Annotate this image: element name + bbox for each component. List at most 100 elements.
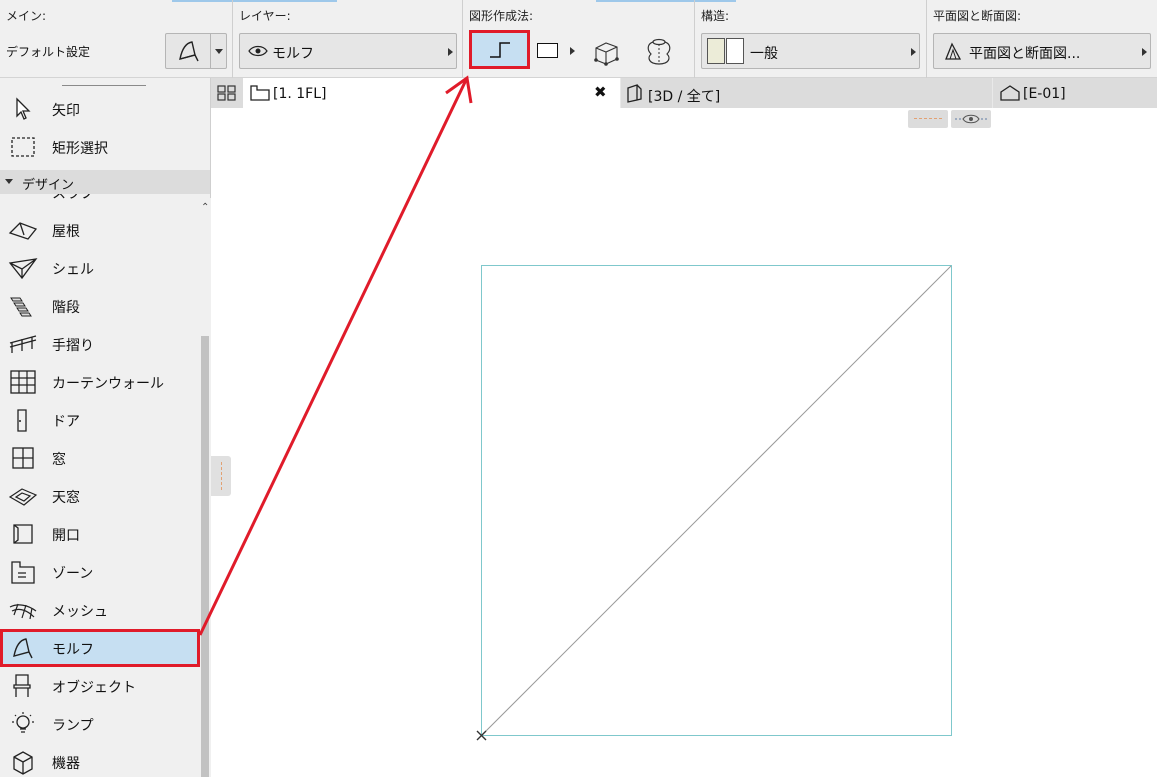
polyline-icon (490, 42, 510, 58)
tool-door[interactable]: ドア (0, 401, 200, 439)
eye-icon (248, 45, 268, 57)
tool-mesh[interactable]: メッシュ (0, 591, 200, 629)
tool-arrow[interactable]: 矢印 (0, 90, 200, 128)
info-box-toolbar: メイン: デフォルト設定 レイヤー: モルフ 図形作成法: 構造: 一般 平面図… (0, 0, 1157, 78)
tool-label: オブジェクト (52, 680, 136, 696)
fill-swatch-icon (707, 38, 725, 64)
morph-drawing (476, 265, 952, 741)
close-icon[interactable]: ✖ (594, 83, 607, 101)
plan-section-button[interactable]: 平面図と断面図... (933, 33, 1151, 69)
tool-equipment[interactable]: 機器 (0, 743, 200, 777)
tool-label: 屋根 (52, 224, 80, 240)
chevron-down-icon (5, 179, 13, 184)
tab-label: [E-01] (1023, 86, 1066, 102)
drawing-canvas[interactable] (211, 108, 1157, 777)
tab-label: [1. 1FL] (273, 86, 327, 102)
design-section-header[interactable]: デザイン (0, 170, 210, 194)
tool-label: ゾーン (52, 566, 94, 582)
tool-skylight[interactable]: 天窓 (0, 477, 200, 515)
tab-overview-button[interactable] (211, 78, 243, 108)
arrow-cursor-icon (16, 97, 31, 120)
tool-slab[interactable]: スラブ (0, 194, 200, 202)
tool-label: モルフ (52, 642, 94, 658)
marquee-icon (11, 137, 35, 157)
structure-title: 構造: (701, 9, 730, 23)
tool-label: メッシュ (52, 604, 108, 620)
stair-icon (10, 297, 32, 317)
tool-object[interactable]: オブジェクト (0, 667, 200, 705)
tool-label: 窓 (52, 452, 66, 468)
revolve-method-icon[interactable] (645, 36, 673, 66)
tool-label: ランプ (52, 718, 94, 734)
lamp-icon (12, 712, 34, 733)
layer-select[interactable]: モルフ (239, 33, 457, 69)
plan-section-icon (945, 42, 962, 60)
curtain-wall-icon (10, 370, 36, 394)
morph-diagonal (480, 265, 952, 737)
rectangle-method-button[interactable] (537, 43, 558, 58)
tool-label: スラブ (52, 194, 94, 202)
structure-select[interactable]: 一般 (701, 33, 920, 69)
tool-label: カーテンウォール (52, 376, 164, 392)
tool-morph[interactable]: モルフ (0, 629, 200, 667)
mesh-icon (9, 603, 37, 620)
object-icon (13, 674, 31, 697)
chevron-right-icon (1142, 48, 1147, 56)
tool-zone[interactable]: ゾーン (0, 553, 200, 591)
tool-label: ドア (52, 414, 80, 430)
tool-lamp[interactable]: ランプ (0, 705, 200, 743)
tool-label: 矩形選択 (52, 141, 108, 157)
sidebar-scrollbar-thumb[interactable] (201, 336, 209, 777)
fill-swatch-icon (726, 38, 744, 64)
plan-section-value: 平面図と断面図... (969, 46, 1081, 62)
morph-icon (13, 638, 33, 659)
box-method-icon[interactable] (591, 38, 621, 66)
equipment-icon (13, 751, 33, 775)
layer-title: レイヤー: (239, 9, 291, 23)
layer-section: レイヤー: モルフ (233, 0, 463, 78)
tool-label: 矢印 (52, 103, 80, 119)
default-settings-label: デフォルト設定 (6, 45, 91, 59)
tool-roof[interactable]: 屋根 (0, 211, 200, 249)
geometry-method-title: 図形作成法: (469, 9, 534, 23)
roof-icon (8, 222, 38, 240)
toolbox-sidebar: 矢印 矩形選択 デザイン スラブ 屋根 シェル 階段 手摺り カーテンウォール … (0, 78, 211, 777)
tool-opening[interactable]: 開口 (0, 515, 200, 553)
skylight-icon (8, 488, 38, 506)
tool-window[interactable]: 窓 (0, 439, 200, 477)
section-header-label: デザイン (22, 178, 75, 193)
geometry-method-section: 図形作成法: (463, 0, 695, 78)
tab-elevation[interactable]: [E-01] (993, 78, 1157, 108)
main-title: メイン: (6, 9, 47, 23)
plan-section-title: 平面図と断面図: (933, 9, 1022, 23)
tab-floor-plan[interactable]: [1. 1FL] ✖ (243, 78, 620, 108)
tool-marquee[interactable]: 矩形選択 (0, 128, 200, 166)
tool-shell[interactable]: シェル (0, 249, 200, 287)
layer-value: モルフ (272, 46, 314, 62)
plan-section-section: 平面図と断面図: 平面図と断面図... (927, 0, 1157, 78)
tool-settings-button[interactable] (165, 33, 227, 69)
door-icon (17, 409, 27, 432)
morph-icon (179, 41, 199, 62)
tool-curtain-wall[interactable]: カーテンウォール (0, 363, 200, 401)
tool-stair[interactable]: 階段 (0, 287, 200, 325)
main-section: メイン: デフォルト設定 (0, 0, 233, 78)
tool-label: 階段 (52, 300, 80, 316)
tool-label: 開口 (52, 528, 80, 544)
chevron-up-icon[interactable]: ⌃ (201, 202, 209, 213)
grid-icon (217, 85, 236, 101)
structure-section: 構造: 一般 (695, 0, 927, 78)
tool-label: 天窓 (52, 490, 80, 506)
tool-label: シェル (52, 262, 94, 278)
structure-value: 一般 (750, 46, 778, 62)
tool-railing[interactable]: 手摺り (0, 325, 200, 363)
opening-icon (13, 524, 33, 544)
chevron-down-icon (215, 49, 223, 54)
floor-plan-icon (250, 85, 270, 101)
tab-3d-view[interactable]: [3D / 全て] (621, 78, 992, 108)
tool-label: 機器 (52, 756, 80, 772)
chevron-right-icon (448, 48, 453, 56)
tab-label: [3D / 全て] (648, 89, 721, 105)
divider (62, 85, 146, 86)
polyline-method-button[interactable] (469, 30, 530, 69)
